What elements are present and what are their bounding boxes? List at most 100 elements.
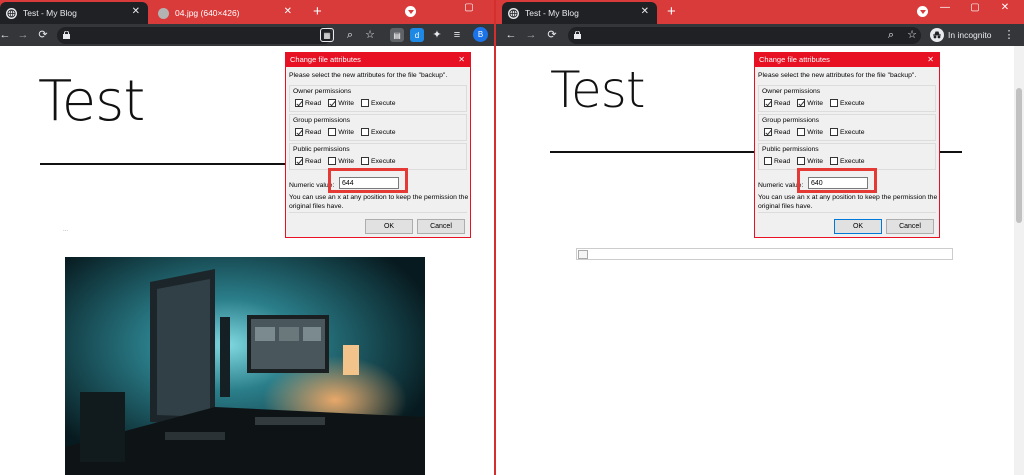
ok-button[interactable]: OK — [834, 219, 882, 234]
group-read-checkbox[interactable]: Read — [764, 128, 790, 136]
public-read-checkbox[interactable]: Read — [764, 157, 790, 165]
ok-button[interactable]: OK — [365, 219, 413, 234]
group-label: Owner permissions — [293, 88, 352, 95]
page-title: Test — [550, 61, 645, 119]
owner-write-checkbox[interactable]: Write — [328, 99, 354, 107]
dialog-title: Change file attributes — [290, 55, 361, 64]
checkbox-label: Execute — [839, 99, 865, 107]
bookmark-star-icon[interactable]: ☆ — [363, 28, 377, 42]
checkbox-label: Execute — [839, 157, 865, 165]
reload-icon[interactable]: ⟳ — [545, 28, 559, 42]
group-read-checkbox[interactable]: Read — [295, 128, 321, 136]
incognito-icon — [930, 28, 944, 42]
public-write-checkbox[interactable]: Write — [328, 157, 354, 165]
minimize-window-icon[interactable]: — — [932, 0, 958, 14]
group-label: Public permissions — [762, 146, 819, 153]
tab-strip: Test - My Blog ✕ + — ▢ ✕ — [496, 0, 1024, 24]
public-write-checkbox[interactable]: Write — [797, 157, 823, 165]
checkbox-box — [295, 128, 303, 136]
profile-avatar[interactable]: B — [473, 27, 488, 42]
new-tab-button[interactable]: + — [313, 3, 322, 21]
tab-test-my-blog[interactable]: Test - My Blog ✕ — [0, 2, 148, 24]
close-window-icon[interactable]: ✕ — [992, 0, 1018, 14]
checkbox-label: Read — [305, 157, 322, 165]
broken-image — [576, 248, 953, 260]
forward-arrow-icon[interactable]: → — [16, 28, 30, 42]
checkbox-box — [797, 157, 806, 165]
lock-icon — [574, 31, 581, 39]
tab-search-icon[interactable] — [405, 6, 416, 17]
extension-icon[interactable]: ▤ — [390, 28, 404, 42]
group-execute-checkbox[interactable]: Execute — [829, 128, 865, 136]
extension-badge-icon[interactable]: d — [410, 28, 424, 42]
checkbox-label: Read — [774, 99, 791, 107]
vertical-scrollbar[interactable] — [1014, 46, 1024, 475]
public-read-checkbox[interactable]: Read — [295, 157, 321, 165]
puzzle-icon[interactable]: ✦ — [430, 28, 444, 42]
checkbox-label: Execute — [370, 157, 396, 165]
new-tab-button[interactable]: + — [667, 3, 676, 21]
group-execute-checkbox[interactable]: Execute — [360, 128, 396, 136]
checkbox-box — [328, 128, 337, 136]
zoom-icon[interactable]: ⌕ — [343, 28, 357, 42]
owner-execute-checkbox[interactable]: Execute — [829, 99, 865, 107]
restore-window-icon[interactable]: ▢ — [962, 0, 988, 14]
checkbox-label: Write — [338, 128, 354, 136]
checkbox-label: Write — [807, 157, 823, 165]
tab-label: Test - My Blog — [23, 8, 77, 18]
qr-code-icon[interactable]: ▦ — [320, 28, 334, 42]
checkbox-label: Write — [338, 157, 354, 165]
checkbox-box — [829, 128, 838, 136]
highlight-box — [328, 168, 408, 193]
group-permissions-group: Group permissions Read Write Execute — [289, 114, 467, 141]
checkbox-label: Write — [338, 99, 354, 107]
more-menu-icon[interactable]: ⋮ — [1002, 28, 1016, 42]
dialog-description: Please select the new attributes for the… — [289, 72, 448, 79]
checkbox-box — [797, 128, 806, 136]
address-bar[interactable] — [57, 27, 332, 44]
owner-execute-checkbox[interactable]: Execute — [360, 99, 396, 107]
reading-list-icon[interactable]: ≡ — [450, 28, 464, 42]
divider — [758, 212, 936, 213]
close-icon[interactable]: ✕ — [132, 6, 140, 18]
checkbox-label: Read — [774, 128, 791, 136]
back-arrow-icon[interactable]: ← — [0, 28, 12, 42]
globe-icon — [508, 7, 519, 19]
tab-label: Test - My Blog — [525, 8, 579, 18]
cancel-button[interactable]: Cancel — [886, 219, 934, 234]
checkbox-box — [764, 99, 772, 107]
tab-image[interactable]: 04.jpg (640×426) ✕ — [152, 2, 300, 24]
checkbox-box — [295, 99, 303, 107]
owner-write-checkbox[interactable]: Write — [797, 99, 823, 107]
incognito-indicator[interactable]: In incognito — [930, 27, 991, 43]
tab-test-my-blog[interactable]: Test - My Blog ✕ — [502, 2, 657, 24]
reload-icon[interactable]: ⟳ — [36, 28, 50, 42]
address-bar[interactable] — [568, 27, 921, 44]
close-icon[interactable]: ✕ — [641, 6, 649, 18]
group-label: Group permissions — [293, 117, 351, 124]
public-permissions-group: Public permissions Read Write Execute — [758, 143, 936, 170]
cancel-button[interactable]: Cancel — [417, 219, 465, 234]
public-execute-checkbox[interactable]: Execute — [360, 157, 396, 165]
group-write-checkbox[interactable]: Write — [797, 128, 823, 136]
lock-icon — [63, 31, 70, 39]
public-permissions-group: Public permissions Read Write Execute — [289, 143, 467, 170]
tab-search-icon[interactable] — [917, 6, 928, 17]
restore-window-icon[interactable]: ▢ — [456, 0, 482, 14]
image-file-icon — [158, 7, 169, 19]
close-icon[interactable]: ✕ — [927, 53, 934, 67]
checkbox-label: Read — [305, 128, 322, 136]
group-write-checkbox[interactable]: Write — [328, 128, 354, 136]
bookmark-star-icon[interactable]: ☆ — [905, 28, 919, 42]
public-execute-checkbox[interactable]: Execute — [829, 157, 865, 165]
highlight-box — [797, 168, 877, 193]
owner-read-checkbox[interactable]: Read — [295, 99, 321, 107]
owner-read-checkbox[interactable]: Read — [764, 99, 790, 107]
close-icon[interactable]: ✕ — [284, 6, 292, 18]
zoom-icon[interactable]: ⌕ — [884, 28, 898, 42]
forward-arrow-icon[interactable]: → — [524, 28, 538, 42]
back-arrow-icon[interactable]: ← — [504, 28, 518, 42]
scrollbar-thumb[interactable] — [1016, 88, 1022, 223]
close-icon[interactable]: ✕ — [458, 53, 465, 67]
tab-strip: Test - My Blog ✕ 04.jpg (640×426) ✕ + ▢ — [0, 0, 495, 24]
